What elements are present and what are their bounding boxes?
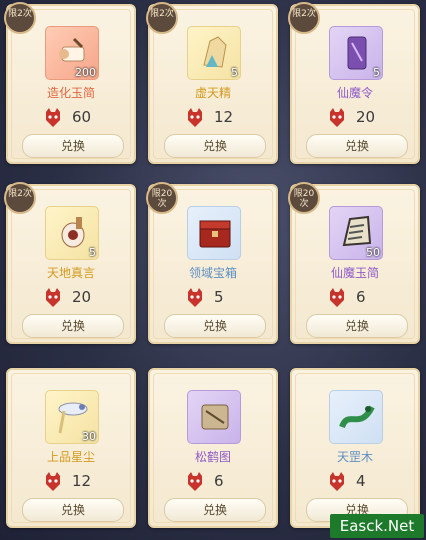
exchange-button[interactable]: 兑换 <box>22 314 124 338</box>
item-card-1[interactable]: 200 造化玉简 60 兑换 限2次 <box>4 2 136 164</box>
demon-mask-currency-icon <box>46 108 60 127</box>
item-frame[interactable]: 30 <box>45 390 99 444</box>
item-name: 领域宝箱 <box>188 266 237 280</box>
price-row: 6 <box>292 286 418 310</box>
item-frame[interactable]: 50 <box>329 206 383 260</box>
item-frame[interactable]: 5 <box>187 26 241 80</box>
item-name: 上品星尘 <box>46 450 95 464</box>
exchange-button[interactable]: 兑换 <box>306 134 408 158</box>
exchange-button[interactable]: 兑换 <box>164 134 266 158</box>
price-row: 4 <box>292 470 418 494</box>
item-name: 天地真言 <box>46 266 95 280</box>
demon-mask-currency-icon <box>46 288 60 307</box>
item-price: 6 <box>356 288 366 306</box>
item-price: 12 <box>72 472 92 490</box>
price-row: 20 <box>292 106 418 130</box>
limit-badge: 限2次 <box>288 2 320 34</box>
demon-mask-currency-icon <box>188 108 202 127</box>
bundle-icon <box>61 217 85 248</box>
item-card-8[interactable]: 松鹤图 6 兑换 <box>148 368 278 528</box>
item-price: 4 <box>356 472 366 490</box>
item-name: 仙魔玉简 <box>330 266 379 280</box>
item-count: 50 <box>366 246 380 259</box>
item-name: 造化玉简 <box>46 86 95 100</box>
item-count: 5 <box>89 246 96 259</box>
item-price: 12 <box>214 108 234 126</box>
item-count: 5 <box>373 66 380 79</box>
item-frame[interactable] <box>329 390 383 444</box>
item-name: 松鹤图 <box>194 450 231 464</box>
chest-icon <box>199 220 231 248</box>
price-row: 6 <box>150 470 276 494</box>
price-row: 12 <box>8 470 134 494</box>
item-card-3[interactable]: 5 仙魔令 20 兑换 限2次 <box>288 2 420 164</box>
item-card-2[interactable]: 5 虚天精 12 兑换 限2次 <box>146 2 278 164</box>
item-card-4[interactable]: 5 天地真言 20 兑换 限2次 <box>4 182 136 344</box>
limit-badge: 限2次 <box>146 2 178 34</box>
item-card-9[interactable]: 天罡木 4 兑换 <box>290 368 420 528</box>
demon-mask-currency-icon <box>188 472 202 491</box>
item-frame[interactable] <box>187 206 241 260</box>
limit-badge: 限20次 <box>288 182 320 214</box>
exchange-button[interactable]: 兑换 <box>22 134 124 158</box>
price-row: 5 <box>150 286 276 310</box>
item-frame[interactable]: 5 <box>45 206 99 260</box>
demon-mask-currency-icon <box>330 472 344 491</box>
price-row: 60 <box>8 106 134 130</box>
demon-mask-currency-icon <box>188 288 202 307</box>
item-frame[interactable]: 200 <box>45 26 99 80</box>
exchange-button[interactable]: 兑换 <box>164 314 266 338</box>
exchange-grid: 200 造化玉简 60 兑换 限2次 5 虚天精 12 兑换 限2次 5 仙魔令… <box>0 0 426 540</box>
crystal-icon <box>203 36 227 68</box>
price-row: 20 <box>8 286 134 310</box>
item-price: 20 <box>356 108 376 126</box>
item-price: 5 <box>214 288 224 306</box>
item-frame[interactable] <box>187 390 241 444</box>
item-count: 5 <box>231 66 238 79</box>
item-count: 30 <box>82 430 96 443</box>
item-name: 虚天精 <box>194 86 231 100</box>
site-watermark: Easck.Net <box>330 514 424 538</box>
demon-mask-currency-icon <box>330 288 344 307</box>
exchange-button[interactable]: 兑换 <box>306 314 408 338</box>
token-icon <box>347 36 367 70</box>
painting-icon <box>201 404 229 430</box>
item-price: 60 <box>72 108 92 126</box>
item-name: 天罡木 <box>336 450 373 464</box>
limit-badge: 限2次 <box>4 182 36 214</box>
item-count: 200 <box>75 66 96 79</box>
exchange-button[interactable]: 兑换 <box>164 498 266 522</box>
item-card-7[interactable]: 30 上品星尘 12 兑换 <box>6 368 136 528</box>
limit-badge: 限2次 <box>4 2 36 34</box>
exchange-button[interactable]: 兑换 <box>22 498 124 522</box>
item-price: 6 <box>214 472 224 490</box>
demon-mask-currency-icon <box>46 472 60 491</box>
demon-mask-currency-icon <box>330 108 344 127</box>
item-name: 仙魔令 <box>336 86 373 100</box>
item-price: 20 <box>72 288 92 306</box>
limit-badge: 限20次 <box>146 182 178 214</box>
dragon-wood-icon <box>339 405 375 429</box>
price-row: 12 <box>150 106 276 130</box>
item-card-6[interactable]: 50 仙魔玉简 6 兑换 限20次 <box>288 182 420 344</box>
item-frame[interactable]: 5 <box>329 26 383 80</box>
item-card-5[interactable]: 领域宝箱 5 兑换 限20次 <box>146 182 278 344</box>
